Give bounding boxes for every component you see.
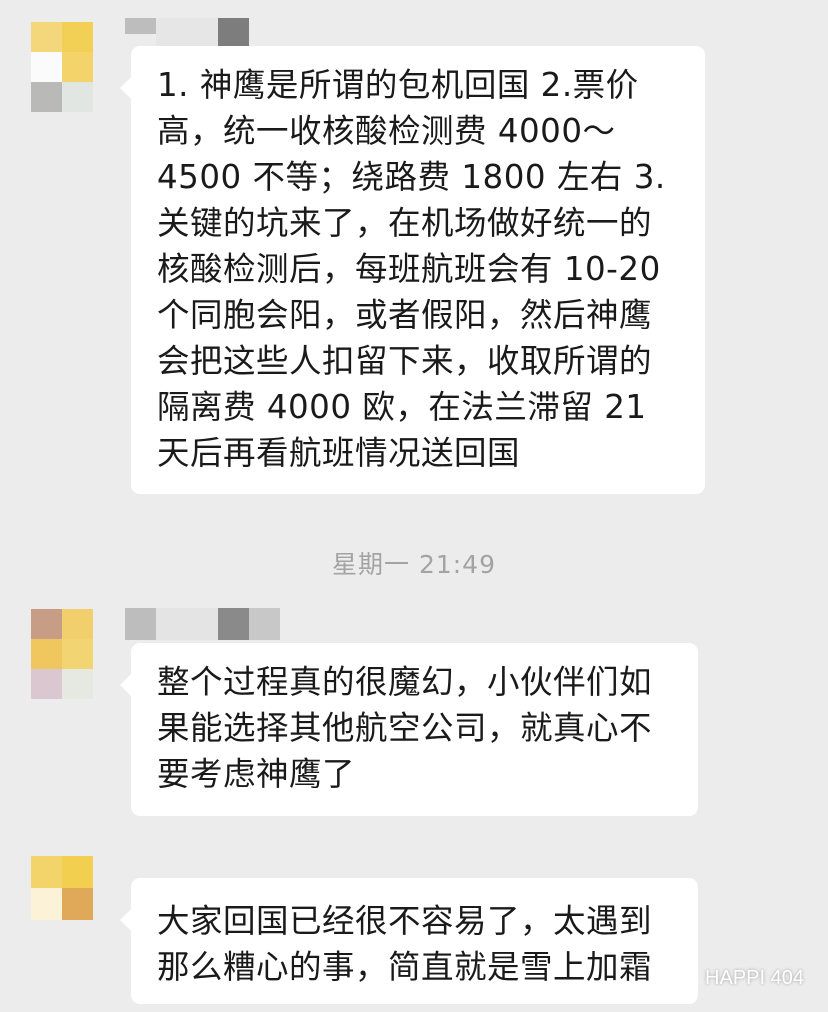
message-text: 1. 神鹰是所谓的包机回国 2.票价高，统一收核酸检测费 4000～4500 不… <box>157 66 666 472</box>
avatar[interactable] <box>31 856 93 920</box>
timestamp: 星期一 21:49 <box>332 550 496 579</box>
watermark-text: HAPPI 404 <box>705 967 804 989</box>
message-bubble[interactable]: 1. 神鹰是所谓的包机回国 2.票价高，统一收核酸检测费 4000～4500 不… <box>120 46 705 494</box>
message-text: 大家回国已经很不容易了，太遇到那么糟心的事，简直就是雪上加霜 <box>157 902 653 986</box>
avatar[interactable] <box>31 609 93 699</box>
wechat-icon <box>673 968 699 988</box>
watermark: HAPPI 404 <box>673 967 804 990</box>
message-text: 整个过程真的很魔幻，小伙伴们如果能选择其他航空公司，就真心不要考虑神鹰了 <box>157 663 653 793</box>
avatar[interactable] <box>31 22 93 112</box>
message-bubble[interactable]: 大家回国已经很不容易了，太遇到那么糟心的事，简直就是雪上加霜 <box>120 878 698 1004</box>
sender-name <box>125 608 280 640</box>
message-bubble[interactable]: 整个过程真的很魔幻，小伙伴们如果能选择其他航空公司，就真心不要考虑神鹰了 <box>120 643 698 816</box>
